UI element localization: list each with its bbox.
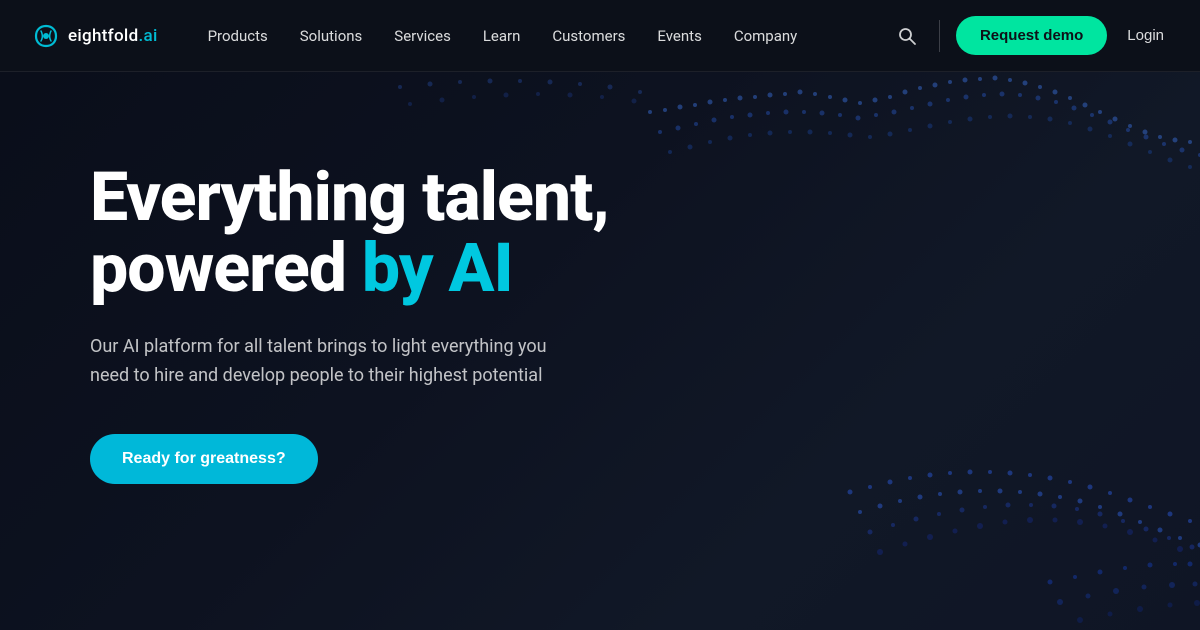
- hero-title-line2: powered by AI: [90, 228, 513, 308]
- nav-link-products[interactable]: Products: [194, 19, 282, 53]
- nav-links: Products Solutions Services Learn Custom…: [194, 19, 812, 53]
- navbar: eightfold.ai Products Solutions Services…: [0, 0, 1200, 72]
- logo-icon: [32, 22, 60, 50]
- nav-right: Request demo Login: [891, 16, 1168, 55]
- logo-text: eightfold.ai: [68, 26, 158, 46]
- search-button[interactable]: [891, 20, 923, 52]
- nav-link-learn[interactable]: Learn: [469, 19, 535, 53]
- hero-section: Everything talent, powered by AI Our AI …: [0, 72, 1200, 630]
- nav-link-events[interactable]: Events: [643, 19, 715, 53]
- login-button[interactable]: Login: [1123, 19, 1168, 52]
- hero-content: Everything talent, powered by AI Our AI …: [0, 72, 640, 484]
- hero-title-line1: Everything talent,: [90, 157, 609, 237]
- search-icon: [897, 26, 917, 46]
- nav-divider: [939, 20, 940, 52]
- nav-link-solutions[interactable]: Solutions: [286, 19, 377, 53]
- nav-link-company[interactable]: Company: [720, 19, 811, 53]
- hero-title-plain: powered: [90, 228, 362, 308]
- hero-title-colored: by AI: [362, 228, 513, 308]
- hero-title: Everything talent, powered by AI: [90, 162, 640, 305]
- nav-link-services[interactable]: Services: [380, 19, 465, 53]
- hero-subtitle: Our AI platform for all talent brings to…: [90, 333, 580, 391]
- request-demo-button[interactable]: Request demo: [956, 16, 1107, 55]
- nav-link-customers[interactable]: Customers: [538, 19, 639, 53]
- nav-left: eightfold.ai Products Solutions Services…: [32, 19, 811, 53]
- cta-button[interactable]: Ready for greatness?: [90, 434, 318, 484]
- logo[interactable]: eightfold.ai: [32, 22, 158, 50]
